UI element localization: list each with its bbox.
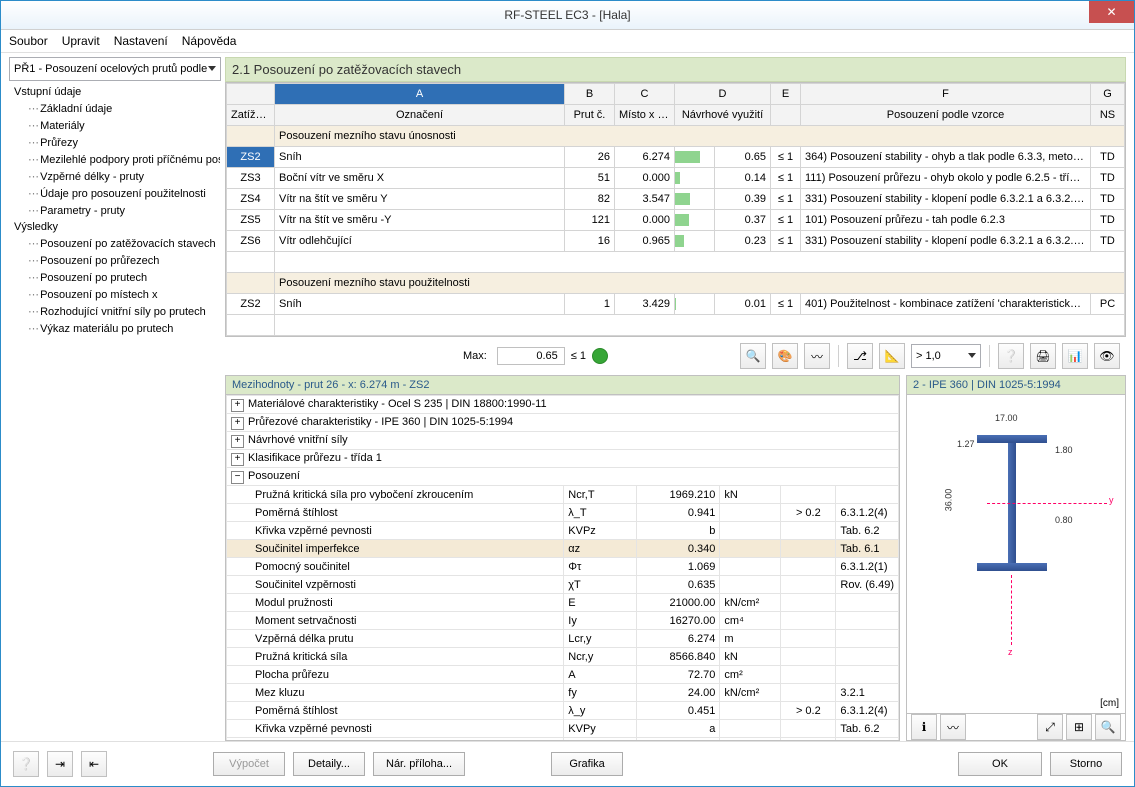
expand-icon[interactable]: +	[231, 453, 244, 466]
ok-icon	[592, 348, 608, 364]
filter-icon[interactable]: 🔍	[740, 343, 766, 369]
max-value: 0.65	[497, 347, 565, 365]
section-icon[interactable]: 〰	[940, 714, 966, 740]
import-icon[interactable]: ⇥	[47, 751, 73, 777]
tree-item[interactable]: Parametry - pruty	[10, 202, 220, 219]
detail-row[interactable]: Křivka vzpěrné pevnosti KVPz b Tab. 6.2	[227, 522, 899, 540]
detail-row[interactable]: Pružná kritická síla Ncr,y 8566.840 kN	[227, 648, 899, 666]
details-button[interactable]: Detaily...	[293, 752, 365, 776]
menu-settings[interactable]: Nastavení	[114, 34, 168, 48]
tree-item[interactable]: Posouzení po průřezech	[10, 252, 220, 269]
max-row: Max: 0.65 ≤ 1 🔍 🎨 〰 ⎇ 📐 > 1,0 ❔ 🖨 📊 👁	[225, 337, 1126, 375]
table-row[interactable]: ZS5 Vítr na štít ve směru -Y 121 0.000 0…	[227, 210, 1125, 231]
table-row[interactable]: ZS2 Sníh 1 3.429 0.01 ≤ 1 401) Použiteln…	[227, 294, 1125, 315]
tree-item[interactable]: Materiály	[10, 117, 220, 134]
ratio-select[interactable]: > 1,0	[911, 344, 981, 368]
select-icon[interactable]: ⎇	[847, 343, 873, 369]
results-table[interactable]: A B C D E F G Zatížení Označení Prut č. …	[226, 83, 1125, 336]
info-icon[interactable]: ❔	[998, 343, 1024, 369]
ok-button[interactable]: OK	[958, 752, 1042, 776]
print-icon[interactable]: 🖨	[1030, 343, 1056, 369]
unit-label: [cm]	[1100, 698, 1119, 709]
detail-row[interactable]: Pomocný součinitel Φτ 1.069 6.3.1.2(1)	[227, 558, 899, 576]
window-title: RF-STEEL EC3 - [Hala]	[504, 8, 630, 22]
detail-table: +Materiálové charakteristiky - Ocel S 23…	[226, 395, 899, 740]
tree-item[interactable]: Mezilehlé podpory proti příčnému posu	[10, 151, 220, 168]
tree-group-input: Vstupní údaje	[10, 84, 220, 100]
tree-item[interactable]: Rozhodující vnitřní síly po prutech	[10, 303, 220, 320]
eye-icon[interactable]: 👁	[1094, 343, 1120, 369]
expand-icon[interactable]: +	[231, 399, 244, 412]
preview-title: 2 - IPE 360 | DIN 1025-5:1994	[907, 376, 1125, 395]
cancel-button[interactable]: Storno	[1050, 752, 1122, 776]
detail-row[interactable]: Součinitel imperfekce αz 0.340 Tab. 6.1	[227, 540, 899, 558]
menu-file[interactable]: Soubor	[9, 34, 48, 48]
excel-icon[interactable]: 📊	[1062, 343, 1088, 369]
color-icon[interactable]: 🎨	[772, 343, 798, 369]
axis-y	[987, 503, 1107, 504]
calc-button[interactable]: Výpočet	[213, 752, 285, 776]
detail-row[interactable]: Vzpěrná délka prutu Lcr,y 6.274 m	[227, 630, 899, 648]
axis-z	[1011, 575, 1012, 645]
close-button[interactable]: ✕	[1089, 1, 1134, 23]
tree-item[interactable]: Údaje pro posouzení použitelnosti	[10, 185, 220, 202]
expand-icon[interactable]: +	[231, 435, 244, 448]
detail-scroll[interactable]: +Materiálové charakteristiky - Ocel S 23…	[226, 395, 899, 740]
section-title: 2.1 Posouzení po zatěžovacích stavech	[225, 57, 1126, 82]
table-row[interactable]: ZS6 Vítr odlehčující 16 0.965 0.23 ≤ 1 3…	[227, 231, 1125, 252]
help-icon[interactable]: ❔	[13, 751, 39, 777]
dims-icon[interactable]: ⊞	[1066, 714, 1092, 740]
member-icon[interactable]: 〰	[804, 343, 830, 369]
tree-group-results: Výsledky	[10, 219, 220, 235]
titlebar: RF-STEEL EC3 - [Hala] ✕	[1, 1, 1134, 30]
max-label: Max:	[463, 350, 487, 362]
tree-item[interactable]: Průřezy	[10, 134, 220, 151]
detail-title: Mezihodnoty - prut 26 - x: 6.274 m - ZS2	[226, 376, 899, 395]
expand-icon[interactable]: +	[231, 417, 244, 430]
detail-row[interactable]: Modul pružnosti E 21000.00 kN/cm²	[227, 594, 899, 612]
preview-canvas[interactable]: 17.00 36.00 1.27 1.80 0.80 y z [cm]	[907, 395, 1125, 713]
table-row[interactable]: ZS4 Vítr na štít ve směru Y 82 3.547 0.3…	[227, 189, 1125, 210]
tree-item[interactable]: Posouzení po prutech	[10, 269, 220, 286]
tree-item[interactable]: Základní údaje	[10, 100, 220, 117]
detail-row[interactable]: Poměrná štíhlost λ_y 0.451 > 0.2 6.3.1.2…	[227, 702, 899, 720]
tree-item[interactable]: Výkaz materiálu po prutech	[10, 320, 220, 337]
detail-row[interactable]: Součinitel vzpěrnosti χT 0.635 Rov. (6.4…	[227, 576, 899, 594]
print-icon[interactable]: 🔍	[1095, 714, 1121, 740]
info-icon[interactable]: ℹ	[911, 714, 937, 740]
menu-edit[interactable]: Upravit	[62, 34, 100, 48]
axes-icon[interactable]: ⤢	[1037, 714, 1063, 740]
table-row[interactable]: ZS3 Boční vítr ve směru X 51 0.000 0.14 …	[227, 168, 1125, 189]
detail-row[interactable]: Moment setrvačnosti Iy 16270.00 cm⁴	[227, 612, 899, 630]
tree-item[interactable]: Posouzení po zatěžovacích stavech	[10, 235, 220, 252]
graphics-button[interactable]: Grafika	[551, 752, 623, 776]
table-row[interactable]: ZS2 Sníh 26 6.274 0.65 ≤ 1 364) Posouzen…	[227, 147, 1125, 168]
export-icon[interactable]: ⇤	[81, 751, 107, 777]
detail-row[interactable]: Poměrná štíhlost λ_T 0.941 > 0.2 6.3.1.2…	[227, 504, 899, 522]
case-dropdown[interactable]: PŘ1 - Posouzení ocelových prutů podle	[9, 57, 221, 81]
max-rel: ≤ 1	[571, 350, 586, 362]
nav-tree[interactable]: Vstupní údaje Základní údaje Materiály P…	[9, 81, 221, 741]
buttonbar: ❔ ⇥ ⇤ Výpočet Detaily... Nár. příloha...…	[1, 741, 1134, 786]
tree-item[interactable]: Vzpěrné délky - pruty	[10, 168, 220, 185]
section-preview: 2 - IPE 360 | DIN 1025-5:1994 17.00 36.0…	[906, 375, 1126, 741]
detail-row[interactable]: Plocha průřezu A 72.70 cm²	[227, 666, 899, 684]
detail-row[interactable]: Pružná kritická síla pro vybočení zkrouc…	[227, 486, 899, 504]
detail-row[interactable]: Křivka vzpěrné pevnosti KVPy a Tab. 6.2	[227, 720, 899, 738]
collapse-icon[interactable]: −	[231, 471, 244, 484]
annex-button[interactable]: Nár. příloha...	[373, 752, 465, 776]
menubar: Soubor Upravit Nastavení Nápověda	[1, 30, 1134, 53]
detail-row[interactable]: Mez kluzu fy 24.00 kN/cm² 3.2.1	[227, 684, 899, 702]
view-icon[interactable]: 📐	[879, 343, 905, 369]
menu-help[interactable]: Nápověda	[182, 34, 237, 48]
tree-item[interactable]: Posouzení po místech x	[10, 286, 220, 303]
detail-row[interactable]: Součinitel imperfekce αy 0.210 Tab. 6.1	[227, 738, 899, 741]
